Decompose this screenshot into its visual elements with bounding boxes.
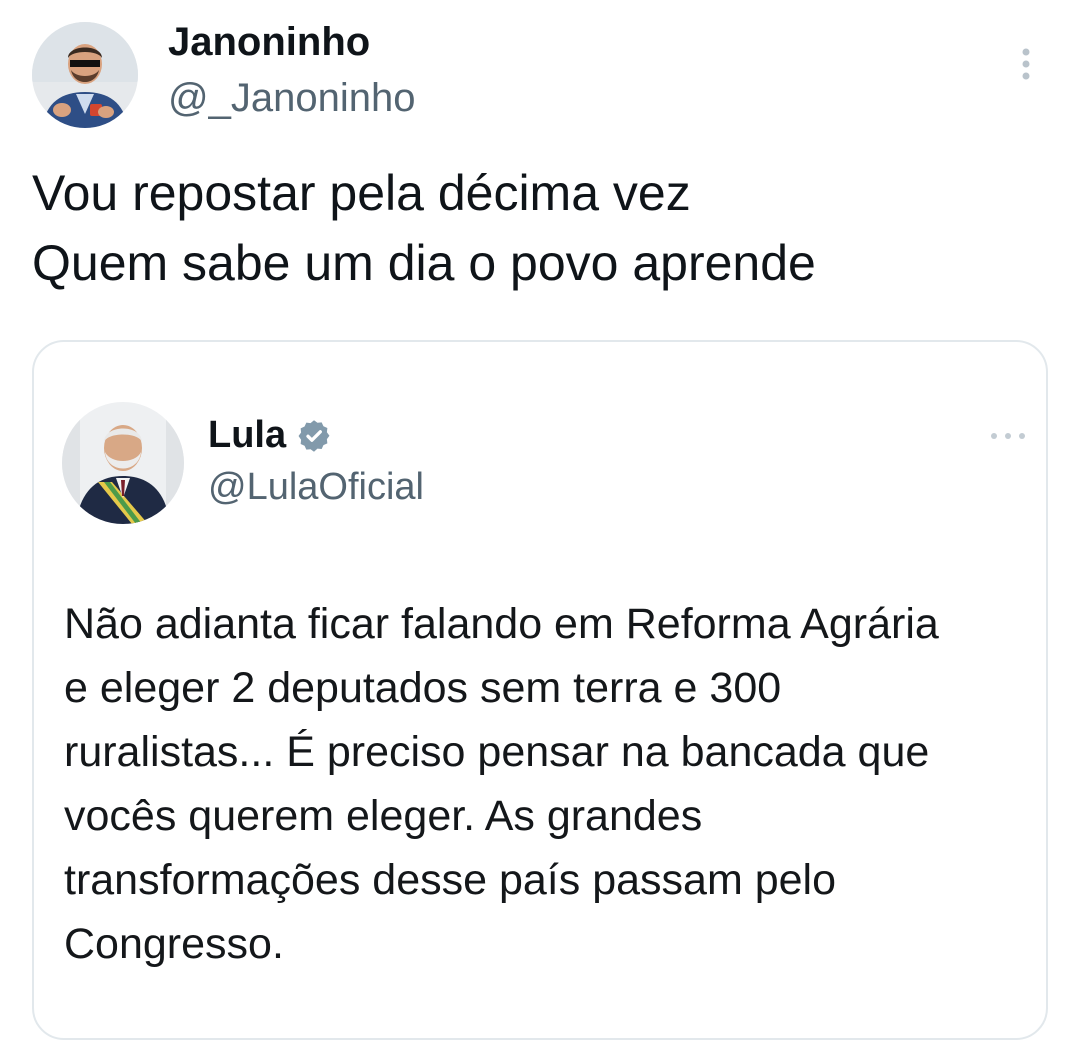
more-horizontal-icon[interactable]: [986, 426, 1030, 446]
quoted-author-avatar-image: [62, 402, 184, 524]
tweet-text-line: Quem sabe um dia o povo aprende: [32, 235, 816, 291]
quoted-author-handle[interactable]: @LulaOficial: [208, 466, 424, 509]
quoted-text-line: transformações desse país passam pelo: [64, 856, 837, 904]
quoted-text-line: Congresso.: [64, 920, 284, 968]
quoted-tweet-text: Não adianta ficar falando em Reforma Agr…: [64, 592, 1034, 976]
quoted-text-line: vocês querem eleger. As grandes: [64, 792, 703, 840]
quoted-text-line: Não adianta ficar falando em Reforma Agr…: [64, 600, 939, 648]
author-avatar[interactable]: [32, 22, 138, 128]
quoted-text-line: ruralistas... É preciso pensar na bancad…: [64, 728, 930, 776]
verified-badge-icon: [298, 419, 330, 452]
quoted-author-avatar[interactable]: [62, 402, 184, 524]
tweet-text: Vou repostar pela décima vez Quem sabe u…: [32, 158, 1032, 298]
author-avatar-image: [32, 22, 138, 128]
tweet-text-line: Vou repostar pela décima vez: [32, 165, 691, 221]
author-handle[interactable]: @_Janoninho: [168, 76, 415, 121]
more-vertical-icon[interactable]: [1016, 46, 1036, 86]
quoted-author-name-row[interactable]: Lula: [208, 414, 332, 457]
quoted-text-line: e eleger 2 deputados sem terra e 300: [64, 664, 782, 712]
author-display-name[interactable]: Janoninho: [168, 20, 370, 65]
quoted-author-display-name[interactable]: Lula: [208, 414, 286, 457]
